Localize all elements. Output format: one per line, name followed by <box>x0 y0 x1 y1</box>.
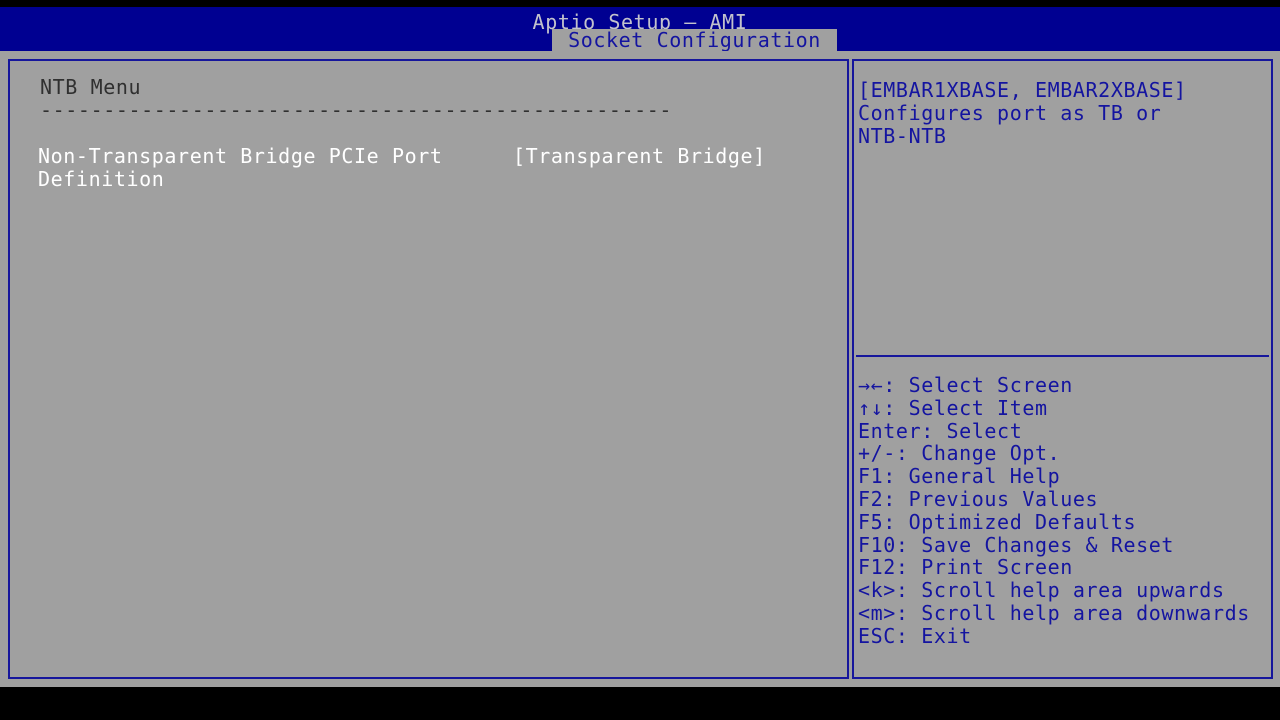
help-key-enter-select: Enter: Select <box>858 420 1272 443</box>
help-key-esc-exit: ESC: Exit <box>858 625 1272 648</box>
help-key-f1-general-help: F1: General Help <box>858 465 1272 488</box>
help-divider <box>856 355 1269 357</box>
help-key-f12-print-screen: F12: Print Screen <box>858 556 1272 579</box>
help-key-change-opt: +/-: Change Opt. <box>858 442 1272 465</box>
help-description-line: NTB-NTB <box>858 125 1270 148</box>
help-description-line: Configures port as TB or <box>858 102 1270 125</box>
help-key-f2-previous-values: F2: Previous Values <box>858 488 1272 511</box>
help-key-legend: →←: Select Screen ↑↓: Select Item Enter:… <box>858 374 1272 648</box>
setting-value-ntb-port-definition[interactable]: [Transparent Bridge] <box>513 145 766 168</box>
header-bar: Aptio Setup – AMI Socket Configuration <box>0 7 1280 51</box>
help-key-f10-save-reset: F10: Save Changes & Reset <box>858 534 1272 557</box>
section-title-ntb-menu: NTB Menu <box>40 76 141 99</box>
help-key-scroll-down: <m>: Scroll help area downwards <box>858 602 1272 625</box>
help-key-scroll-up: <k>: Scroll help area upwards <box>858 579 1272 602</box>
help-key-select-screen: →←: Select Screen <box>858 374 1272 397</box>
section-separator: ----------------------------------------… <box>40 99 672 122</box>
help-key-f5-optimized-defaults: F5: Optimized Defaults <box>858 511 1272 534</box>
help-description-line: [EMBAR1XBASE, EMBAR2XBASE] <box>858 79 1270 102</box>
tab-socket-configuration[interactable]: Socket Configuration <box>552 29 837 51</box>
setting-label-ntb-port-definition: Non-Transparent Bridge PCIe Port Definit… <box>38 145 508 191</box>
help-description: [EMBAR1XBASE, EMBAR2XBASE] Configures po… <box>858 79 1270 148</box>
main-panel: NTB Menu -------------------------------… <box>8 59 849 679</box>
help-panel: [EMBAR1XBASE, EMBAR2XBASE] Configures po… <box>852 59 1273 679</box>
body-background: NTB Menu -------------------------------… <box>0 51 1280 687</box>
help-key-select-item: ↑↓: Select Item <box>858 397 1272 420</box>
